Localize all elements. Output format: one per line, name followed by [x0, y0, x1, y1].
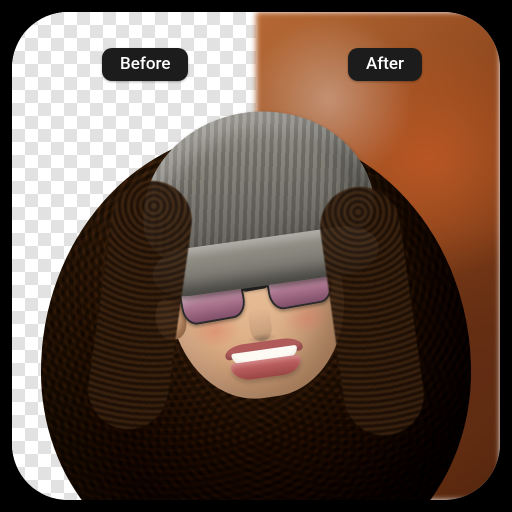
split-divider — [255, 12, 257, 500]
before-label: Before — [102, 48, 188, 81]
before-after-card: Before After — [12, 12, 500, 500]
after-panel — [256, 12, 500, 500]
before-panel — [12, 12, 256, 500]
after-label: After — [348, 48, 422, 81]
